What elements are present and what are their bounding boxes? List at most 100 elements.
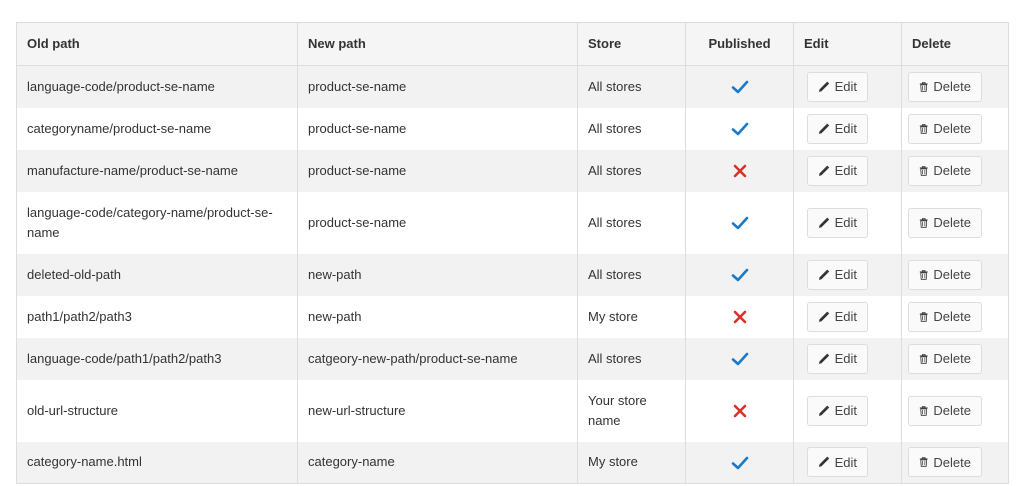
published-cell (685, 191, 794, 254)
delete-button-label: Delete (933, 79, 971, 95)
trash-icon (919, 353, 928, 364)
pencil-icon (818, 123, 830, 134)
delete-cell: Delete (901, 295, 1009, 338)
edit-button[interactable]: Edit (807, 343, 868, 374)
published-cell (685, 65, 794, 108)
check-icon (731, 352, 748, 366)
delete-button[interactable]: Delete (908, 301, 982, 332)
edit-button[interactable]: Edit (807, 71, 868, 102)
edit-cell: Edit (793, 441, 902, 484)
delete-cell: Delete (901, 379, 1009, 442)
trash-icon (919, 405, 928, 416)
old-path-cell: path1/path2/path3 (16, 295, 298, 338)
check-icon (731, 268, 748, 282)
pencil-icon (818, 405, 830, 416)
edit-cell: Edit (793, 253, 902, 296)
table-row: path1/path2/path3 new-path My store Edit Del… (16, 295, 1009, 338)
header-published[interactable]: Published (685, 22, 794, 66)
delete-cell: Delete (901, 253, 1009, 296)
delete-cell: Delete (901, 191, 1009, 254)
new-path-cell: category-name (297, 441, 578, 484)
edit-button-label: Edit (834, 403, 857, 418)
store-cell: All stores (577, 149, 686, 192)
table-row: deleted-old-path new-path All stores Edit De… (16, 253, 1009, 296)
delete-button[interactable]: Delete (908, 207, 982, 238)
edit-cell: Edit (793, 149, 902, 192)
store-cell: All stores (577, 253, 686, 296)
edit-button[interactable]: Edit (807, 113, 868, 144)
check-icon (731, 456, 748, 470)
old-path-cell: category-name.html (16, 441, 298, 484)
delete-button[interactable]: Delete (908, 343, 982, 374)
old-path-cell: deleted-old-path (16, 253, 298, 296)
old-path-cell: language-code/category-name/product-se-n… (16, 191, 298, 254)
trash-icon (919, 217, 928, 228)
edit-cell: Edit (793, 65, 902, 108)
delete-cell: Delete (901, 337, 1009, 380)
delete-button-label: Delete (933, 351, 971, 366)
trash-icon (919, 81, 928, 92)
pencil-icon (818, 165, 830, 176)
delete-button-label: Delete (933, 121, 971, 136)
table-header-row: Old path New path Store Published Edit D… (16, 22, 1009, 66)
store-cell: My store (577, 441, 686, 484)
edit-button-label: Edit (834, 351, 857, 366)
trash-icon (919, 165, 928, 176)
delete-button[interactable]: Delete (908, 113, 982, 144)
new-path-cell: new-path (297, 295, 578, 338)
table-row: language-code/category-name/product-se-n… (16, 191, 1009, 254)
edit-button[interactable]: Edit (807, 301, 868, 332)
edit-button-label: Edit (834, 79, 857, 95)
new-path-cell: product-se-name (297, 107, 578, 150)
edit-button-label: Edit (834, 454, 857, 470)
table-row: language-code/product-se-name product-se-… (16, 65, 1009, 108)
edit-button[interactable]: Edit (807, 155, 868, 186)
new-path-cell: new-url-structure (297, 379, 578, 442)
delete-cell: Delete (901, 149, 1009, 192)
delete-cell: Delete (901, 107, 1009, 150)
old-path-cell: language-code/path1/path2/path3 (16, 337, 298, 380)
header-delete: Delete (901, 22, 1009, 66)
pencil-icon (818, 81, 830, 92)
delete-button-label: Delete (933, 403, 971, 418)
check-icon (731, 216, 748, 230)
table-row: category-name.html category-name My store E… (16, 441, 1009, 484)
store-cell: All stores (577, 191, 686, 254)
trash-icon (919, 123, 928, 134)
delete-button[interactable]: Delete (908, 259, 982, 290)
header-store[interactable]: Store (577, 22, 686, 66)
delete-button-label: Delete (933, 309, 971, 324)
store-cell: All stores (577, 337, 686, 380)
table-row: old-url-structure new-url-structure Your s… (16, 379, 1009, 442)
delete-button[interactable]: Delete (908, 155, 982, 186)
check-icon (731, 122, 748, 136)
trash-icon (919, 269, 928, 280)
published-cell (685, 295, 794, 338)
header-new-path[interactable]: New path (297, 22, 578, 66)
edit-cell: Edit (793, 379, 902, 442)
published-cell (685, 379, 794, 442)
edit-button[interactable]: Edit (807, 207, 868, 238)
pencil-icon (818, 456, 830, 468)
delete-button[interactable]: Delete (908, 447, 982, 478)
new-path-cell: product-se-name (297, 191, 578, 254)
delete-button[interactable]: Delete (908, 395, 982, 426)
edit-cell: Edit (793, 107, 902, 150)
header-old-path[interactable]: Old path (16, 22, 298, 66)
delete-button[interactable]: Delete (908, 71, 982, 102)
pencil-icon (818, 311, 830, 322)
new-path-cell: product-se-name (297, 149, 578, 192)
pencil-icon (818, 269, 830, 280)
cross-icon (733, 164, 746, 178)
trash-icon (919, 457, 928, 467)
edit-button[interactable]: Edit (807, 395, 868, 426)
pencil-icon (818, 353, 830, 364)
pencil-icon (818, 217, 830, 228)
edit-button-label: Edit (834, 309, 857, 324)
delete-button-label: Delete (933, 163, 971, 178)
delete-button-label: Delete (933, 215, 971, 230)
edit-button[interactable]: Edit (807, 447, 868, 478)
edit-button[interactable]: Edit (807, 259, 868, 290)
new-path-cell: product-se-name (297, 65, 578, 108)
store-cell: Your store name (577, 379, 686, 442)
